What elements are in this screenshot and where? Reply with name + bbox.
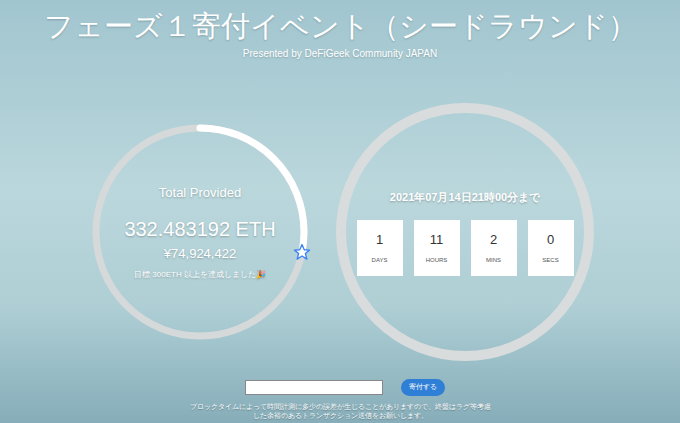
page-subtitle: Presented by DeFiGeek Community JAPAN — [243, 46, 437, 61]
provided-panel: Total Provided 332.483192 ETH¥74,924,422 目… — [90, 122, 310, 342]
panels-row: Total Provided 332.483192 ETH¥74,924,422 目… — [0, 101, 680, 363]
countdown-unit: 11 HOURS — [414, 220, 460, 276]
donate-input[interactable] — [245, 380, 383, 395]
note-line: ブロックタイムによって時間計測に多少の誤差が生じることがありますので、終盤はラグ… — [190, 402, 491, 411]
goal-note: 目標 300ETH 以上を達成しました🎉 — [134, 269, 266, 281]
countdown-unit: 2 MINS — [471, 220, 517, 276]
note-line: した余裕のあるトランザクション送信をお願いします。 — [253, 411, 428, 420]
countdown-unit: 1 DAYS — [357, 220, 403, 276]
countdown-label: HOURS — [426, 256, 448, 265]
countdown-value: 1 — [376, 230, 383, 250]
countdown-value: 11 — [430, 230, 444, 250]
countdown-panel: 2021年07月14日21時00分まで 1 DAYS 11 HOURS 2 MINS 0 SEC… — [334, 101, 596, 363]
countdown-value: 0 — [547, 230, 554, 250]
provided-label: Total Provided — [159, 183, 241, 203]
provided-amount: 332.483192 ETH — [124, 217, 275, 242]
countdown-label: MINS — [486, 256, 501, 265]
countdown-units: 1 DAYS 11 HOURS 2 MINS 0 SECS — [357, 220, 574, 276]
donate-button[interactable]: 寄付する — [401, 379, 445, 396]
star-icon — [293, 243, 311, 261]
donation-page: フェーズ１寄付イベント（シードラウンド） Presented by DeFiGee… — [0, 0, 680, 423]
countdown-deadline: 2021年07月14日21時00分まで — [390, 189, 540, 206]
countdown-unit: 0 SECS — [528, 220, 574, 276]
countdown-value: 2 — [490, 230, 497, 250]
countdown-label: DAYS — [372, 256, 388, 265]
countdown-label: SECS — [542, 256, 558, 265]
page-title: フェーズ１寄付イベント（シードラウンド） — [44, 8, 637, 44]
provided-yen: ¥74,924,422 — [164, 244, 236, 264]
note: ブロックタイムによって時間計測に多少の誤差が生じることがありますので、終盤はラグ… — [190, 402, 491, 420]
donate-form: 寄付する — [245, 379, 445, 396]
